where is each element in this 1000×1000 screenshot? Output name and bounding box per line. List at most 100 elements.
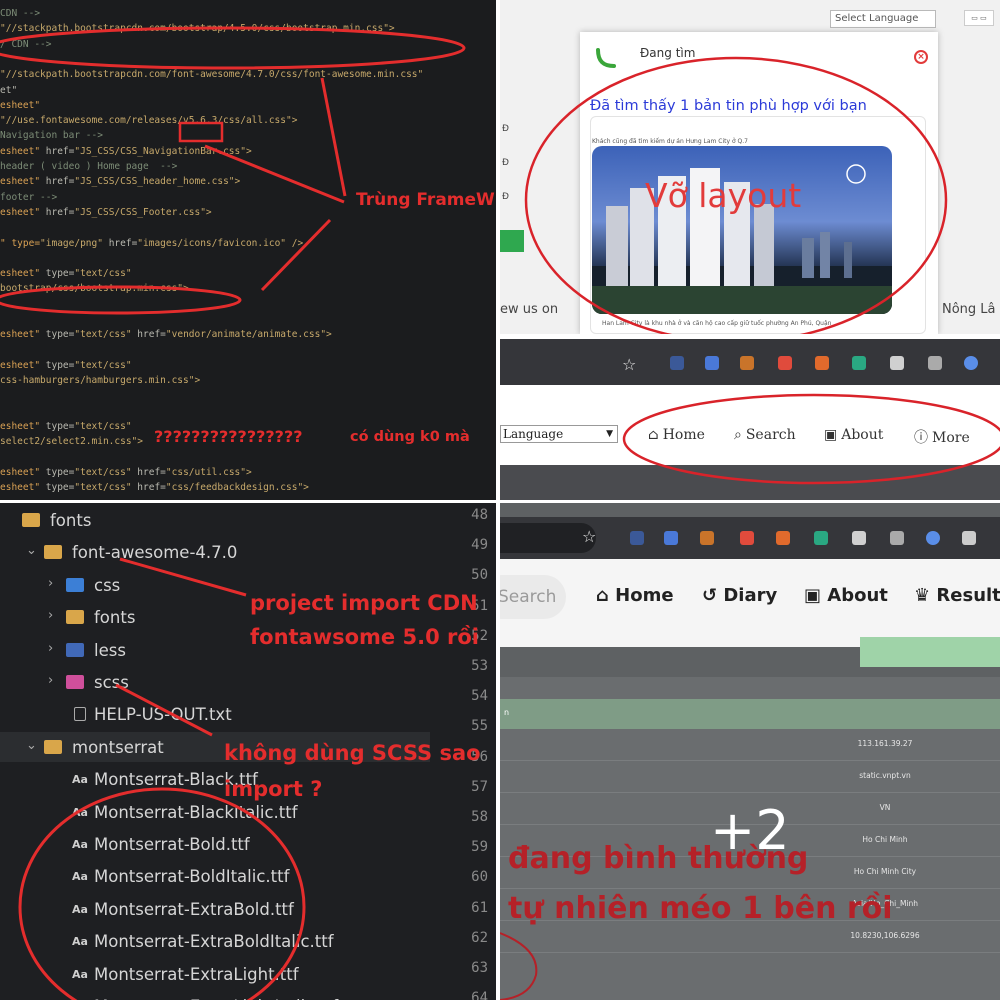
code-line: css-hamburgers/hamburgers.min.css">: [0, 375, 201, 387]
extension-icon[interactable]: [740, 531, 754, 545]
table-row: static.vnpt.vn: [500, 761, 1000, 793]
note-cdn-line1: project import CDN: [250, 591, 478, 615]
language-select[interactable]: Select Language: [830, 10, 936, 28]
extension-icon[interactable]: [890, 356, 904, 370]
facebook-icon[interactable]: [630, 531, 644, 545]
tree-item-label: css: [94, 575, 121, 595]
close-icon[interactable]: ×: [914, 50, 928, 64]
tree-item-label: Montserrat-ExtraBoldItalic.ttf: [94, 932, 334, 952]
tree-file[interactable]: › scss: [0, 667, 430, 697]
code-line: esheet" href="JS_CSS/CSS_NavigationBar.c…: [0, 145, 252, 157]
nav-about[interactable]: ▣ About: [804, 585, 888, 606]
tree-file[interactable]: Aa Montserrat-ExtraLight.ttf: [0, 959, 430, 989]
tree-file[interactable]: Aa Montserrat-ExtraBold.ttf: [0, 894, 430, 924]
extension-icon[interactable]: [740, 356, 754, 370]
chevron-right-icon[interactable]: ›: [48, 641, 53, 656]
profile-icon[interactable]: [926, 531, 940, 545]
search-input[interactable]: Search: [500, 575, 566, 619]
css-folder-icon: [66, 577, 84, 592]
translate-icon[interactable]: [705, 356, 719, 370]
star-icon[interactable]: ☆: [622, 355, 636, 374]
chevron-down-icon[interactable]: ⌄: [26, 738, 37, 753]
code-line: / CDN -->: [0, 38, 52, 50]
building-illustration: [592, 164, 892, 314]
phone-icon: [596, 48, 616, 68]
language-select[interactable]: Language ▼: [500, 425, 618, 443]
note-question-marks: ????????????????: [154, 427, 303, 446]
font-file-icon: Aa: [72, 935, 88, 949]
home-icon: ⌂: [596, 585, 616, 606]
result-caption: Han Lam City là khu nhà ở và căn hộ cao …: [602, 320, 832, 327]
folder-icon: [44, 545, 62, 560]
chevron-down-icon: ▼: [606, 429, 613, 439]
code-line: esheet" type="text/css": [0, 268, 138, 280]
line-number: 54: [471, 688, 488, 705]
extension-icon[interactable]: [778, 356, 792, 370]
info-icon: ⓘ: [914, 430, 928, 446]
chevron-right-icon[interactable]: ›: [48, 608, 53, 623]
nav-home[interactable]: ⌂ Home: [648, 427, 705, 443]
table-cell: Ho Chi Minh: [862, 835, 908, 844]
table-header: n: [500, 699, 1000, 729]
puzzle-icon[interactable]: [962, 531, 976, 545]
toolbar-button[interactable]: ▭ ▭: [964, 10, 994, 26]
extension-icon[interactable]: [852, 531, 866, 545]
trophy-icon: ♛: [914, 585, 937, 606]
code-line: et": [0, 84, 18, 96]
tree-item-label: Montserrat-ExtraLight.ttf: [94, 964, 299, 984]
extension-icon[interactable]: [700, 531, 714, 545]
tree-file[interactable]: Aa Montserrat-BlackItalic.ttf: [0, 797, 430, 827]
extension-icon[interactable]: [776, 531, 790, 545]
tree-item-label: fonts: [94, 608, 136, 628]
nav-diary[interactable]: ↺ Diary: [702, 585, 777, 606]
nav-search[interactable]: ⌕ Search: [734, 427, 796, 443]
extension-icon[interactable]: [814, 531, 828, 545]
more-images-counter[interactable]: +2: [710, 799, 790, 862]
font-file-icon: Aa: [72, 870, 88, 884]
translate-icon[interactable]: [664, 531, 678, 545]
font-file-icon: Aa: [72, 967, 88, 981]
line-number: 60: [471, 869, 488, 886]
tree-file[interactable]: Aa Montserrat-BoldItalic.ttf: [0, 861, 430, 891]
note-scss-line2: import ?: [224, 777, 323, 801]
table-row: 113.161.39.27: [500, 729, 1000, 761]
extension-icon[interactable]: [928, 356, 942, 370]
result-question: Khách cũng đã tìm kiếm dự án Hưng Lam Ci…: [592, 138, 748, 145]
chevron-down-icon[interactable]: ⌄: [26, 543, 37, 558]
tree-folder[interactable]: fonts: [0, 505, 430, 535]
nav-more[interactable]: ⓘ More: [914, 427, 970, 447]
extension-icon[interactable]: [852, 356, 866, 370]
code-line: esheet" type="text/css": [0, 359, 132, 371]
browser-nav-screenshot: ☆ Language ▼ ⌂ Home ⌕ Search ▣ About ⓘ More: [500, 339, 1000, 500]
tree-file[interactable]: Aa Montserrat-Black.ttf: [0, 764, 430, 794]
line-number: 50: [471, 567, 488, 584]
tree-file[interactable]: Aa Montserrat-Bold.ttf: [0, 829, 430, 859]
line-number: 53: [471, 658, 488, 674]
search-icon: ⌕: [734, 427, 742, 443]
facebook-icon[interactable]: [670, 356, 684, 370]
nav-about[interactable]: ▣ About: [824, 427, 883, 443]
side-text: Đ: [502, 158, 509, 168]
chevron-right-icon[interactable]: ›: [48, 673, 53, 688]
nav-home[interactable]: ⌂ Home: [596, 585, 674, 606]
green-button[interactable]: [500, 230, 524, 252]
tree-item-label: fonts: [50, 511, 92, 530]
chevron-right-icon[interactable]: ›: [48, 576, 53, 591]
code-line: select2/select2.min.css">: [0, 436, 143, 448]
code-editor-screenshot: CDN --> "//stackpath.bootstrapcdn.com/boo…: [0, 0, 496, 500]
profile-icon[interactable]: [964, 356, 978, 370]
extension-icon[interactable]: [815, 356, 829, 370]
tree-item-label: scss: [94, 673, 129, 692]
tree-file[interactable]: AaMontserrat-ExtraLightItalic.ttf: [0, 991, 430, 1000]
tree-folder[interactable]: ⌄ font-awesome-4.7.0: [0, 537, 430, 567]
nav-result[interactable]: ♛ Result: [914, 585, 1000, 606]
tree-item-label: montserrat: [72, 737, 164, 757]
star-icon[interactable]: ☆: [582, 527, 596, 546]
line-number: 61: [471, 899, 488, 916]
tree-file[interactable]: HELP-US-OUT.txt: [0, 699, 430, 729]
tree-file[interactable]: Aa Montserrat-ExtraBoldItalic.ttf: [0, 926, 430, 956]
extension-icon[interactable]: [890, 531, 904, 545]
